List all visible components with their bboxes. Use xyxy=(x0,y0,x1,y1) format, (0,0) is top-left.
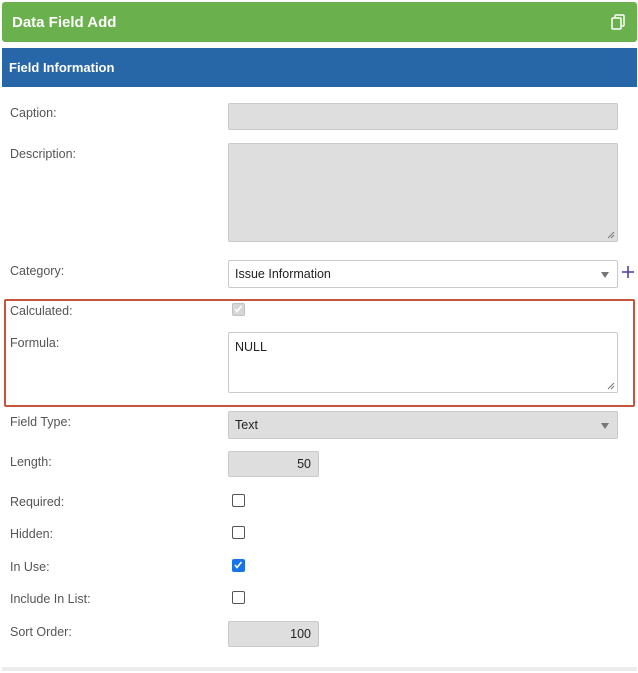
resize-grip-icon[interactable] xyxy=(607,382,615,390)
required-checkbox[interactable] xyxy=(232,494,245,507)
caption-input[interactable] xyxy=(228,103,618,130)
footer-divider xyxy=(2,667,637,671)
resize-grip-icon[interactable] xyxy=(607,231,615,239)
copy-icon[interactable] xyxy=(609,13,627,31)
length-label: Length: xyxy=(10,455,52,469)
in-use-checkbox[interactable] xyxy=(232,559,245,572)
window-title: Data Field Add xyxy=(12,13,117,31)
field-type-value: Text xyxy=(235,418,258,432)
length-input[interactable]: 50 xyxy=(228,451,319,477)
section-title: Field Information xyxy=(9,60,115,75)
formula-value: NULL xyxy=(235,340,267,354)
plus-icon[interactable] xyxy=(621,265,635,279)
chevron-down-icon xyxy=(601,272,609,278)
caption-label: Caption: xyxy=(10,106,57,120)
title-bar: Data Field Add xyxy=(2,2,637,42)
sort-order-label: Sort Order: xyxy=(10,625,72,639)
description-label: Description: xyxy=(10,147,76,161)
formula-label: Formula: xyxy=(10,336,60,350)
hidden-label: Hidden: xyxy=(10,527,54,541)
category-label: Category: xyxy=(10,264,65,278)
section-header: Field Information xyxy=(2,48,637,87)
checkmark-icon xyxy=(234,561,243,569)
category-select[interactable]: Issue Information xyxy=(228,260,618,288)
field-type-label: Field Type: xyxy=(10,415,71,429)
field-type-select[interactable]: Text xyxy=(228,411,618,439)
calculated-checkbox[interactable] xyxy=(232,303,245,316)
in-use-label: In Use: xyxy=(10,560,50,574)
formula-textarea[interactable]: NULL xyxy=(228,332,618,393)
hidden-checkbox[interactable] xyxy=(232,526,245,539)
required-label: Required: xyxy=(10,495,65,509)
category-value: Issue Information xyxy=(235,267,331,281)
sort-order-input[interactable]: 100 xyxy=(228,621,319,647)
calculated-label: Calculated: xyxy=(10,304,73,318)
include-in-list-checkbox[interactable] xyxy=(232,591,245,604)
checkmark-icon xyxy=(234,305,243,313)
description-textarea[interactable] xyxy=(228,143,618,242)
chevron-down-icon xyxy=(601,423,609,429)
include-in-list-label: Include In List: xyxy=(10,592,91,606)
